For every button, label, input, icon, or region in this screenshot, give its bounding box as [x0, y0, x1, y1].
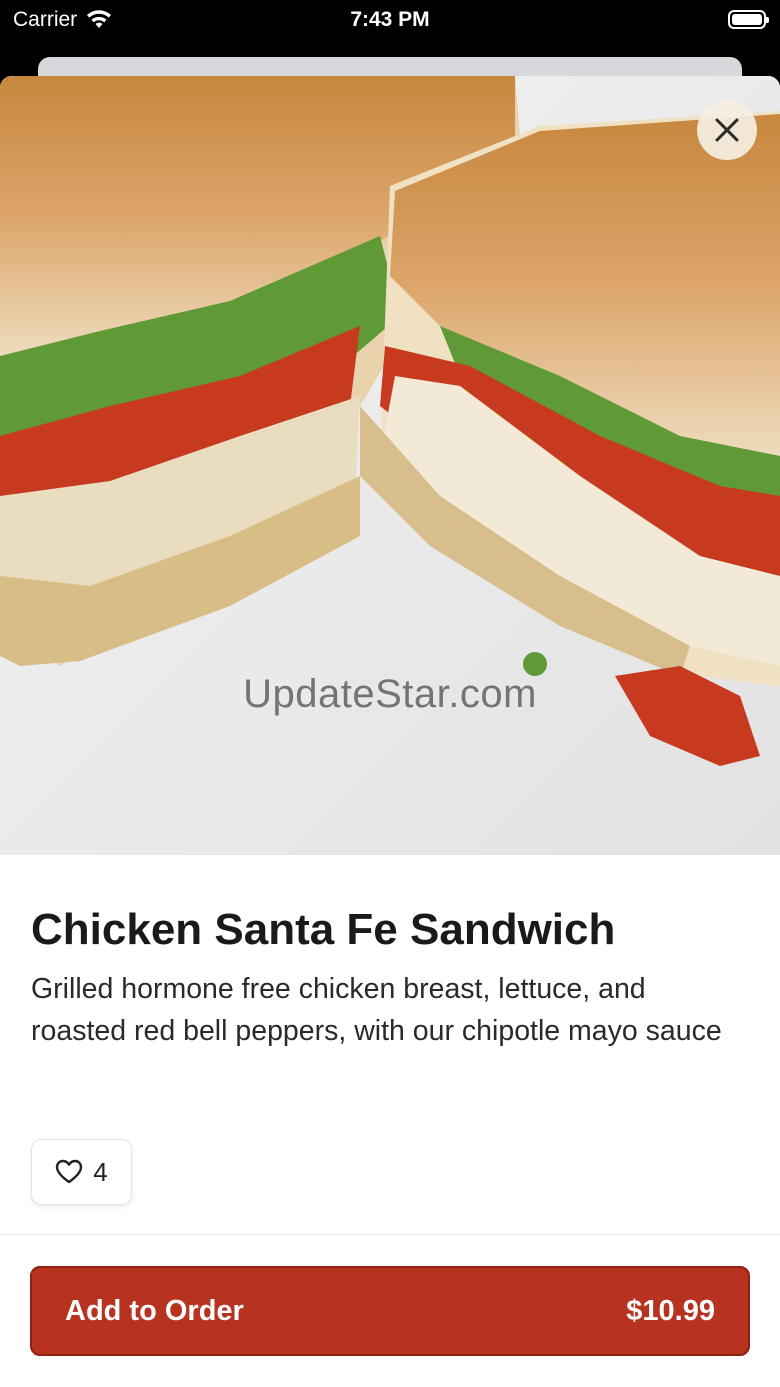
watermark-text: UpdateStar.com	[243, 672, 537, 716]
close-icon	[715, 118, 739, 142]
item-title: Chicken Santa Fe Sandwich	[31, 905, 616, 954]
sandwich-illustration	[0, 76, 780, 855]
battery-icon	[728, 10, 769, 29]
add-to-order-label: Add to Order	[65, 1294, 244, 1327]
add-to-order-button[interactable]: Add to Order $10.99	[30, 1266, 750, 1356]
divider	[0, 1234, 780, 1235]
status-time: 7:43 PM	[350, 8, 430, 31]
status-bar: Carrier 7:43 PM	[0, 0, 780, 42]
like-button[interactable]: 4	[31, 1139, 132, 1205]
order-price: $10.99	[626, 1294, 715, 1327]
item-description: Grilled hormone free chicken breast, let…	[31, 973, 722, 1047]
like-count: 4	[93, 1156, 108, 1187]
item-detail-sheet: UpdateStar.com Chicken Santa Fe Sandwich…	[0, 76, 780, 1387]
heart-icon	[56, 1159, 83, 1184]
item-photo: UpdateStar.com	[0, 76, 780, 855]
close-button[interactable]	[697, 100, 757, 160]
